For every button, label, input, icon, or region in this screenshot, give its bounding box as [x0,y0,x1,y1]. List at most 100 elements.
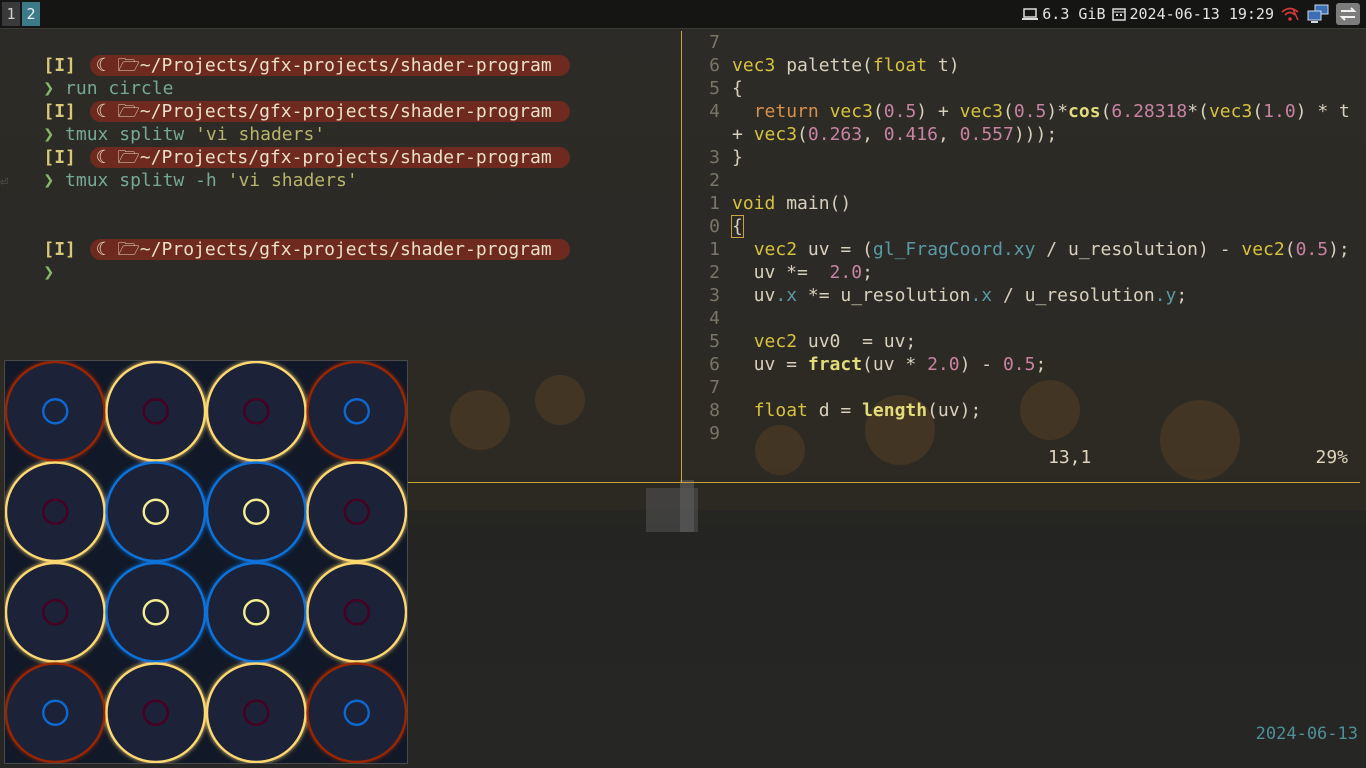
clock-widget[interactable]: 2024-06-13 19:29 [1111,5,1275,23]
shader-preview-window[interactable] [4,360,408,764]
code-text: void main() [732,193,852,214]
laptop-icon [1022,7,1039,21]
wifi-off-icon[interactable] [1280,6,1300,22]
shader-outer-ring [105,561,207,663]
cwd-path: ~/Projects/gfx-projects/shader-program [139,147,552,168]
cwd-path: ~/Projects/gfx-projects/shader-program [139,239,552,260]
workspace-2-button[interactable]: 2 [22,2,40,26]
code-line: 7 [682,376,1362,399]
prompt-symbol: ❯ [43,262,55,283]
line-number: 2 [709,262,720,283]
path-pill: ☾ 🗁~/Projects/gfx-projects/shader-progra… [89,147,570,168]
line-number: 6 [709,55,720,76]
code-line-current: 0{ [682,215,1362,238]
shader-outer-ring [105,461,207,563]
shader-outer-ring [306,561,408,663]
shader-outer-ring [306,360,408,462]
prompt-symbol: ❯ [43,170,55,191]
mode-indicator: [I] [43,147,76,168]
code-line: 4 [682,307,1362,330]
mode-indicator: [I] [43,239,76,260]
desktop-date: 2024-06-13 [1255,724,1358,744]
memory-value: 6.3 GiB [1042,5,1106,23]
transfer-icon[interactable] [1336,3,1360,25]
shader-outer-ring [205,461,307,563]
code-line: 7 [682,31,1362,54]
vim-editor-pane[interactable]: 7 6 vec3 palette(float t) 5{ 4 return vec… [682,31,1362,481]
network-icon[interactable] [1306,4,1330,24]
code-text: uv.x *= u_resolution.x / u_resolution.y; [732,285,1188,306]
line-number: 5 [709,78,720,99]
code-line: 2 [682,169,1362,192]
path-pill: ☾ 🗁~/Projects/gfx-projects/shader-progra… [89,101,570,122]
code-line: 6 uv = fract(uv * 2.0) - 0.5; [682,353,1362,376]
line-number: 1 [709,239,720,260]
code-line: 1 void main() [682,192,1362,215]
code-line: 8 float d = length(uv); [682,399,1362,422]
code-text: { [732,78,743,99]
command-text: run circle [65,78,174,99]
shader-outer-ring [105,360,207,462]
shader-outer-ring [205,561,307,663]
line-number [682,123,732,146]
command-string: 'vi shaders' [227,170,358,191]
git-icon: ☾ 🗁 [95,147,140,168]
code-text: vec2 uv = (gl_FragCoord.xy / u_resolutio… [753,239,1350,260]
prompt-line: [I] ☾ 🗁~/Projects/gfx-projects/shader-pro… [0,215,680,260]
shader-outer-ring [4,461,106,563]
code-text: uv = fract(uv * 2.0) - 0.5; [732,354,1047,375]
calendar-icon [1111,7,1126,21]
line-number: 4 [709,308,720,329]
vertical-split-border[interactable] [681,31,682,482]
code-text: { [731,215,744,238]
path-pill: ☾ 🗁~/Projects/gfx-projects/shader-progra… [89,239,570,260]
shader-outer-ring [306,461,408,563]
workspace-1-button[interactable]: 1 [2,2,20,26]
mode-indicator: [I] [43,55,76,76]
line-number: 2 [709,170,720,191]
code-line: 3 uv.x *= u_resolution.x / u_resolution.… [682,284,1362,307]
code-text: } [732,147,743,168]
code-text: uv *= 2.0; [732,262,873,283]
line-number: 7 [709,32,720,53]
command-text: tmux splitw -h [65,170,228,191]
top-bar: 1 2 6.3 GiB 2024-06-13 19:29 [0,0,1366,29]
line-number: 1 [709,193,720,214]
code-line: 5 vec2 uv0 = uv; [682,330,1362,353]
line-number: 3 [709,285,720,306]
shader-outer-ring [4,561,106,663]
prompt-symbol: ❯ [43,78,55,99]
prompt-line: [I] ☾ 🗁~/Projects/gfx-projects/shader-pro… [0,31,680,76]
return-icon: ⏎ [0,174,9,190]
git-icon: ☾ 🗁 [95,239,140,260]
prompt-symbol: ❯ [43,124,55,145]
datetime-value: 2024-06-13 19:29 [1129,5,1275,23]
code-line: 3} [682,146,1362,169]
code-line: 2 uv *= 2.0; [682,261,1362,284]
code-text: vec2 uv0 = uv; [753,331,917,352]
text-cursor: { [731,215,744,238]
line-number: 5 [709,331,720,352]
shader-outer-ring [105,662,207,764]
line-number: 0 [709,216,720,237]
line-number: 4 [709,101,720,122]
vim-statusline: 13,1 29% [1048,447,1348,468]
code-line: 5{ [682,77,1362,100]
shader-outer-ring [205,360,307,462]
line-number: 9 [709,423,720,444]
code-line-wrap: + vec3(0.263, 0.416, 0.557))); [682,123,1362,146]
shader-outer-ring [306,662,408,764]
shader-canvas [4,360,408,764]
cwd-path: ~/Projects/gfx-projects/shader-program [139,101,552,122]
line-number: 7 [709,377,720,398]
code-text: + vec3(0.263, 0.416, 0.557))); [732,124,1058,145]
command-string: 'vi shaders' [195,124,326,145]
mode-indicator: [I] [43,101,76,122]
horizontal-split-border[interactable] [406,482,1360,483]
memory-widget[interactable]: 6.3 GiB [1022,5,1106,23]
scroll-percent: 29% [1315,447,1348,468]
shader-outer-ring [205,662,307,764]
path-pill: ☾ 🗁~/Projects/gfx-projects/shader-progra… [89,55,570,76]
code-line: 4 return vec3(0.5) + vec3(0.5)*cos(6.283… [682,100,1362,123]
